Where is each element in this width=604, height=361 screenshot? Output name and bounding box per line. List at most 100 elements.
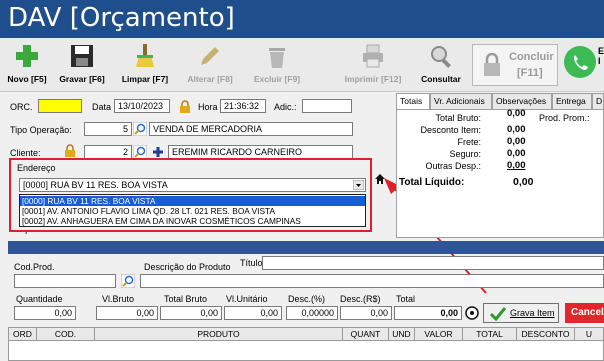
toolbar: Novo [F5] Gravar [F6] Limpar [F7] Altera… bbox=[0, 38, 604, 92]
orc-label: ORC. bbox=[10, 102, 33, 112]
trash-icon bbox=[269, 48, 285, 68]
grava-item-label: Grava Item bbox=[510, 308, 555, 318]
hora-field[interactable]: 21:36:32 bbox=[220, 99, 266, 113]
descricao-field[interactable] bbox=[140, 274, 604, 288]
imprimir-label: Imprimir [F12] bbox=[344, 74, 402, 84]
vl-bruto-field[interactable]: 0,00 bbox=[96, 306, 158, 320]
alterar-button[interactable]: Alterar [F8] bbox=[180, 40, 240, 90]
col-cod[interactable]: COD. bbox=[37, 328, 95, 340]
data-label: Data bbox=[92, 102, 112, 112]
col-produto[interactable]: PRODUTO bbox=[95, 328, 343, 340]
add-icon[interactable] bbox=[151, 145, 165, 159]
plus-icon bbox=[16, 45, 38, 67]
endereco-select[interactable]: [0000] RUA BV 11 RES. BOA VISTA bbox=[19, 178, 366, 192]
section-divider bbox=[8, 241, 604, 254]
data-field[interactable]: 13/10/2023 bbox=[114, 99, 170, 113]
lock-icon bbox=[180, 100, 190, 113]
whatsapp-label-2: I bbox=[598, 56, 601, 66]
totals-tab-panel: Totais Vr. Adicionais Observações Entreg… bbox=[396, 93, 604, 238]
concluir-label: Concluir bbox=[509, 51, 554, 63]
col-und[interactable]: UND bbox=[389, 328, 415, 340]
cancel-label: Cancel bbox=[571, 307, 604, 318]
whatsapp-label: E I bbox=[598, 46, 604, 66]
endereco-option[interactable]: [0000] RUA BV 11 RES. BOA VISTA bbox=[20, 196, 365, 206]
novo-button[interactable]: Novo [F5] bbox=[4, 40, 50, 90]
alterar-label: Alterar [F8] bbox=[187, 74, 233, 84]
total-field[interactable]: 0,00 bbox=[394, 306, 462, 320]
whatsapp-icon[interactable] bbox=[564, 46, 596, 78]
tab-strip: Totais Vr. Adicionais Observações Entreg… bbox=[396, 93, 604, 109]
chevron-down-icon[interactable] bbox=[353, 180, 364, 190]
col-u[interactable]: U bbox=[575, 328, 603, 340]
col-ord[interactable]: ORD bbox=[9, 328, 37, 340]
window-title: DAV [Orçamento] bbox=[8, 3, 235, 33]
endereco-option[interactable]: [0001] AV. ANTONIO FLAVIO LIMA QD. 28 LT… bbox=[22, 206, 275, 216]
col-quant[interactable]: QUANT bbox=[343, 328, 389, 340]
adic-field[interactable] bbox=[302, 99, 352, 113]
tab-observacoes[interactable]: Observações bbox=[492, 93, 552, 109]
consultar-button[interactable]: Consultar bbox=[414, 40, 468, 90]
desc-rs-field[interactable]: 0,00 bbox=[340, 306, 392, 320]
info-icon[interactable] bbox=[465, 306, 479, 320]
concluir-button[interactable]: Concluir [F11] bbox=[472, 44, 558, 86]
cliente-label: Cliente: bbox=[10, 148, 41, 158]
titulo-field[interactable] bbox=[262, 256, 604, 270]
lock-icon bbox=[484, 53, 500, 76]
desc-pct-field[interactable]: 0,00000 bbox=[286, 306, 338, 320]
total-bruto-item-field[interactable]: 0,00 bbox=[160, 306, 222, 320]
gravar-button[interactable]: Gravar [F6] bbox=[52, 40, 112, 90]
endereco-highlight: Endereço [0000] RUA BV 11 RES. BOA VISTA… bbox=[9, 158, 372, 232]
vl-unitario-field[interactable]: 0,00 bbox=[224, 306, 282, 320]
adic-label: Adic.: bbox=[274, 102, 297, 112]
frete-label: Frete: bbox=[457, 137, 481, 147]
tab-d[interactable]: D bbox=[592, 93, 604, 109]
col-desconto[interactable]: DESCONTO bbox=[517, 328, 575, 340]
cliente-code-field[interactable]: 2 bbox=[84, 145, 132, 159]
col-valor[interactable]: VALOR bbox=[415, 328, 463, 340]
cancel-button[interactable]: Cancel bbox=[565, 303, 604, 323]
total-liquido-value: 0,00 bbox=[513, 176, 534, 188]
items-grid-body[interactable] bbox=[8, 341, 604, 361]
desc-pct-label: Desc.(%) bbox=[288, 294, 326, 304]
phone-icon bbox=[574, 55, 588, 70]
tipo-operacao-code-field[interactable]: 5 bbox=[84, 122, 132, 136]
endereco-option[interactable]: [0002] AV. ANHAGUERA EM CIMA DA INOVAR C… bbox=[22, 216, 301, 226]
magnifier-icon bbox=[431, 46, 451, 68]
lock-icon bbox=[65, 144, 75, 157]
cliente-name-field[interactable]: EREMIM RICARDO CARNEIRO bbox=[168, 145, 353, 159]
search-icon[interactable] bbox=[133, 122, 147, 136]
limpar-button[interactable]: Limpar [F7] bbox=[114, 40, 176, 90]
seguro-label: Seguro: bbox=[449, 149, 481, 159]
col-total[interactable]: TOTAL bbox=[463, 328, 517, 340]
whatsapp-label-1: E bbox=[598, 46, 604, 56]
items-grid-header: ORD COD. PRODUTO QUANT UND VALOR TOTAL D… bbox=[8, 327, 604, 341]
endereco-label: Endereço bbox=[17, 163, 56, 173]
endereco-dropdown-list: [0000] RUA BV 11 RES. BOA VISTA [0001] A… bbox=[19, 194, 366, 227]
quantidade-field[interactable]: 0,00 bbox=[14, 306, 76, 320]
vl-bruto-label: Vl.Bruto bbox=[102, 294, 135, 304]
imprimir-button[interactable]: Imprimir [F12] bbox=[340, 40, 406, 90]
quantidade-label: Quantidade bbox=[16, 294, 63, 304]
novo-label: Novo [F5] bbox=[7, 74, 47, 84]
tab-entrega[interactable]: Entrega bbox=[552, 93, 592, 109]
excluir-button[interactable]: Excluir [F9] bbox=[246, 40, 308, 90]
tipo-operacao-desc-field[interactable]: VENDA DE MERCADORIA bbox=[149, 122, 353, 136]
save-icon bbox=[71, 45, 93, 67]
limpar-label: Limpar [F7] bbox=[121, 74, 169, 84]
titulo-label: Título bbox=[240, 258, 263, 268]
gravar-label: Gravar [F6] bbox=[59, 74, 105, 84]
excluir-label: Excluir [F9] bbox=[253, 74, 301, 84]
desconto-item-value: 0,00 bbox=[507, 124, 526, 135]
search-icon[interactable] bbox=[133, 145, 147, 159]
broom-icon bbox=[136, 44, 154, 67]
total-bruto-item-label: Total Bruto bbox=[164, 294, 208, 304]
tab-vr-adicionais[interactable]: Vr. Adicionais bbox=[430, 93, 492, 109]
endereco-selected: [0000] RUA BV 11 RES. BOA VISTA bbox=[23, 180, 168, 190]
cod-prod-field[interactable] bbox=[14, 274, 116, 288]
tab-totais[interactable]: Totais bbox=[396, 93, 430, 109]
pencil-icon bbox=[201, 47, 219, 65]
search-icon[interactable] bbox=[121, 274, 135, 288]
concluir-shortcut: [F11] bbox=[517, 67, 543, 79]
grava-item-button[interactable]: Grava Item bbox=[483, 303, 559, 323]
orc-field[interactable] bbox=[38, 99, 82, 113]
